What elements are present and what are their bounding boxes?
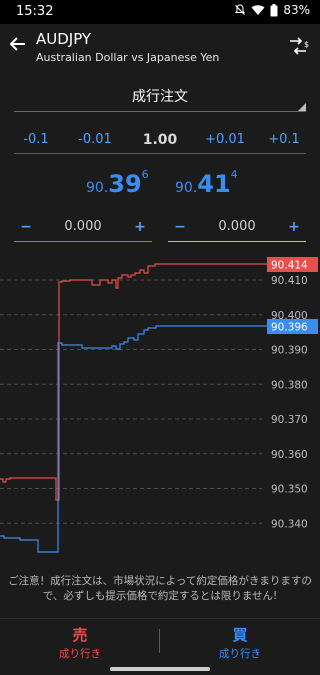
tick-chart: 90.41090.40090.39090.38090.37090.36090.3… <box>0 257 318 553</box>
y-tick-label: 90.390 <box>271 345 308 357</box>
y-tick-label: 90.340 <box>271 518 308 530</box>
back-arrow-icon[interactable] <box>8 34 28 54</box>
symbol-title: AUDJPY <box>36 30 92 48</box>
bid-series-line <box>0 325 268 553</box>
lot-plus-0.1-button[interactable]: +0.1 <box>262 132 306 147</box>
app-header: AUDJPY Australian Dollar vs Japanese Yen… <box>0 24 320 72</box>
lot-plus-0.01-button[interactable]: +0.01 <box>203 132 247 147</box>
status-time: 15:32 <box>16 4 54 19</box>
buy-slippage-plus-button[interactable]: + <box>286 219 302 235</box>
sell-slippage: − 0.000 + <box>14 212 152 242</box>
buy-market-button[interactable]: 買 成り行き <box>160 619 320 666</box>
order-notice: ご注意！成行注文は、市場状況によって約定価格がきまりますので、必ずしも提示価格で… <box>8 575 312 602</box>
lot-minus-0.01-button[interactable]: -0.01 <box>73 132 117 147</box>
ask-price: 90.414 <box>175 168 238 198</box>
y-tick-label: 90.370 <box>271 414 308 426</box>
sell-market-button[interactable]: 売 成り行き <box>0 619 160 666</box>
sell-slippage-minus-button[interactable]: − <box>18 219 34 235</box>
buy-slippage-minus-button[interactable]: − <box>172 219 188 235</box>
mute-icon <box>234 4 246 16</box>
chart-grid <box>0 279 262 524</box>
status-icons: 83% <box>234 3 310 17</box>
buy-slippage: − 0.000 + <box>168 212 306 242</box>
status-bar: 15:32 83% <box>0 0 320 24</box>
trade-bar: 売 成り行き 買 成り行き <box>0 618 320 665</box>
battery-icon <box>270 3 278 17</box>
chart-y-ticks: 90.41090.40090.39090.38090.37090.36090.3… <box>271 275 308 530</box>
bid-price: 90.396 <box>86 168 149 198</box>
y-tick-label: 90.360 <box>271 449 308 461</box>
lot-adjuster: -0.1 -0.01 1.00 +0.01 +0.1 <box>14 126 306 154</box>
sell-label: 売 <box>72 626 88 644</box>
currency-switch-icon[interactable]: $ <box>286 34 310 58</box>
order-type-select[interactable]: 成行注文 <box>14 84 306 112</box>
lot-minus-0.1-button[interactable]: -0.1 <box>14 132 58 147</box>
bid-last-price-tag: 90.396 <box>267 319 318 334</box>
battery-percent: 83% <box>283 3 310 17</box>
buy-sublabel: 成り行き <box>219 648 261 660</box>
bid-last-price-label: 90.396 <box>271 322 308 334</box>
y-tick-label: 90.380 <box>271 379 308 391</box>
price-display: 90.396 90.414 <box>0 166 320 202</box>
svg-text:$: $ <box>304 40 309 49</box>
symbol-description: Australian Dollar vs Japanese Yen <box>36 51 220 64</box>
order-type-label: 成行注文 <box>132 89 188 105</box>
buy-label: 買 <box>232 626 248 644</box>
y-tick-label: 90.350 <box>271 484 308 496</box>
sell-sublabel: 成り行き <box>59 648 101 660</box>
sell-slippage-value[interactable]: 0.000 <box>64 219 101 234</box>
lot-value[interactable]: 1.00 <box>132 132 188 148</box>
y-tick-label: 90.410 <box>271 275 308 287</box>
home-indicator <box>110 667 210 671</box>
ask-last-price-tag: 90.414 <box>267 257 318 272</box>
ask-series-line <box>0 263 268 501</box>
buy-slippage-value[interactable]: 0.000 <box>218 219 255 234</box>
sell-slippage-plus-button[interactable]: + <box>132 219 148 235</box>
ask-last-price-label: 90.414 <box>271 260 308 272</box>
wifi-icon <box>251 4 265 16</box>
dropdown-corner-icon <box>298 103 306 111</box>
